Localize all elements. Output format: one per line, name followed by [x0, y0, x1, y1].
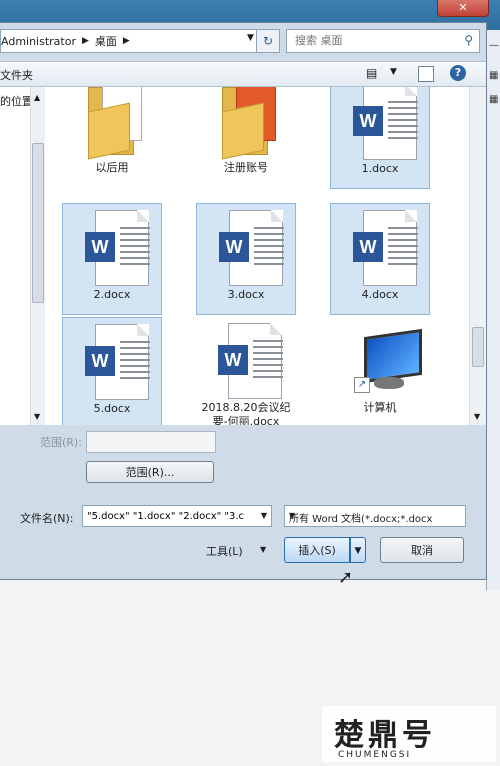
folder-icon [222, 87, 276, 160]
word-doc-icon: W [353, 210, 418, 286]
toolbar: 文件夹 ▤ ▼ ? [0, 61, 486, 87]
grid-icon-2: ▦ [489, 94, 499, 105]
search-icon[interactable]: ⚲ [464, 33, 473, 47]
address-dropdown-icon[interactable]: ▼ [247, 33, 254, 43]
view-icon[interactable]: ▤ [366, 66, 377, 80]
tools-dropdown-icon[interactable]: ▼ [260, 545, 266, 554]
computer-icon: ↗ [350, 327, 422, 397]
file-name-line2: 要-何丽.docx [212, 415, 280, 425]
nav-item-locations[interactable]: 的位置 [0, 93, 33, 109]
scroll-down-icon[interactable]: ▼ [34, 412, 40, 421]
insert-dropdown-icon[interactable]: ▼ [350, 537, 366, 563]
breadcrumb-arrow-icon: ▶ [82, 36, 89, 46]
range-field [86, 431, 216, 453]
range-button[interactable]: 范围(R)... [86, 461, 214, 483]
filename-label: 文件名(N): [20, 512, 74, 525]
chevron-down-icon[interactable]: ▼ [289, 511, 449, 520]
insert-file-dialog: Administrator ▶ 桌面 ▶ ▼ ↻ ⚲ 文件夹 ▤ ▼ ? 的位置… [0, 22, 487, 588]
file-name: 计算机 [363, 401, 397, 414]
file-list-scrollbar[interactable]: ▼ [469, 87, 486, 425]
file-item-folder-yihouyong[interactable]: 以后用 [62, 87, 162, 189]
grid-icon: ▦ [489, 70, 499, 81]
folder-icon [88, 87, 142, 160]
file-name: 3.docx [227, 288, 265, 301]
search-box[interactable]: ⚲ [286, 29, 480, 53]
chevron-down-icon[interactable]: ▼ [261, 511, 267, 520]
file-item-3-docx[interactable]: W 3.docx [196, 203, 296, 315]
scroll-up-icon[interactable]: ▲ [34, 93, 40, 102]
file-name: 注册账号 [224, 161, 268, 174]
nav-scrollbar[interactable]: ▲ ▼ [30, 87, 45, 425]
file-item-2-docx[interactable]: W 2.docx [62, 203, 162, 315]
watermark-subtext: CHUMENGSI [338, 750, 412, 760]
view-dropdown-icon[interactable]: ▼ [390, 67, 397, 77]
address-bar[interactable]: Administrator ▶ 桌面 ▶ ▼ [0, 29, 278, 53]
file-name: 5.docx [93, 402, 131, 415]
file-item-4-docx[interactable]: W 4.docx [330, 203, 430, 315]
dialog-footer: 范围(R): 范围(R)... 文件名(N): ▼ 所有 Word 文档(*.d… [0, 425, 486, 588]
window-close-button[interactable]: ✕ [437, 0, 489, 17]
breadcrumb-administrator[interactable]: Administrator [1, 35, 76, 48]
file-name: 2.docx [93, 288, 131, 301]
word-doc-icon: W [85, 210, 150, 286]
file-item-computer[interactable]: ↗ 计算机 [330, 317, 430, 425]
file-item-5-docx[interactable]: W 5.docx [62, 317, 162, 425]
insert-button[interactable]: 插入(S) [284, 537, 350, 563]
refresh-button[interactable]: ↻ [256, 29, 280, 53]
file-item-1-docx[interactable]: W 1.docx [330, 87, 430, 189]
insert-split-button[interactable]: 插入(S) ▼ [284, 537, 366, 563]
range-label: 范围(R): [40, 436, 82, 449]
file-name: 4.docx [361, 288, 399, 301]
file-name: 1.docx [361, 162, 399, 175]
word-doc-icon: W [219, 210, 284, 286]
scroll-down-icon[interactable]: ▼ [474, 412, 480, 421]
filetype-select[interactable]: 所有 Word 文档(*.docx;*.docx ▼ [284, 505, 466, 527]
tools-menu[interactable]: 工具(L) [206, 543, 243, 559]
word-doc-icon: W [353, 87, 418, 160]
file-item-meeting-notes[interactable]: W 2018.8.20会议纪 要-何丽.docx [196, 317, 296, 425]
word-doc-icon: W [218, 323, 283, 399]
file-item-folder-zhucezhanghao[interactable]: 注册账号 [196, 87, 296, 189]
file-scroll-thumb[interactable] [472, 327, 484, 367]
nav-scroll-thumb[interactable] [32, 143, 44, 303]
file-name-line1: 2018.8.20会议纪 [201, 401, 291, 414]
file-list: 以后用 注册账号 W 1.docx W 2.docx W 3.docx W 4.… [46, 87, 486, 425]
filename-combobox[interactable]: ▼ [82, 505, 272, 527]
cancel-button[interactable]: 取消 [380, 537, 464, 563]
filename-input[interactable] [83, 506, 255, 526]
shortcut-arrow-icon: ↗ [354, 377, 370, 393]
minimize-icon[interactable]: — [489, 40, 499, 51]
help-icon[interactable]: ? [450, 65, 466, 81]
breadcrumb-desktop[interactable]: 桌面 [95, 33, 117, 49]
search-input[interactable] [287, 30, 455, 50]
background-window-edge: — ▦ ▦ [486, 30, 500, 590]
watermark-text: 楚鼎号 [334, 718, 436, 753]
watermark-logo: 楚鼎号 CHUMENGSI [322, 706, 496, 762]
word-doc-icon: W [85, 324, 150, 400]
file-name: 以后用 [95, 161, 129, 174]
new-folder-button[interactable]: 文件夹 [0, 67, 33, 83]
breadcrumb-arrow-icon: ▶ [122, 36, 130, 46]
mouse-cursor-icon: ➚ [338, 567, 354, 588]
preview-pane-icon[interactable] [418, 66, 434, 82]
